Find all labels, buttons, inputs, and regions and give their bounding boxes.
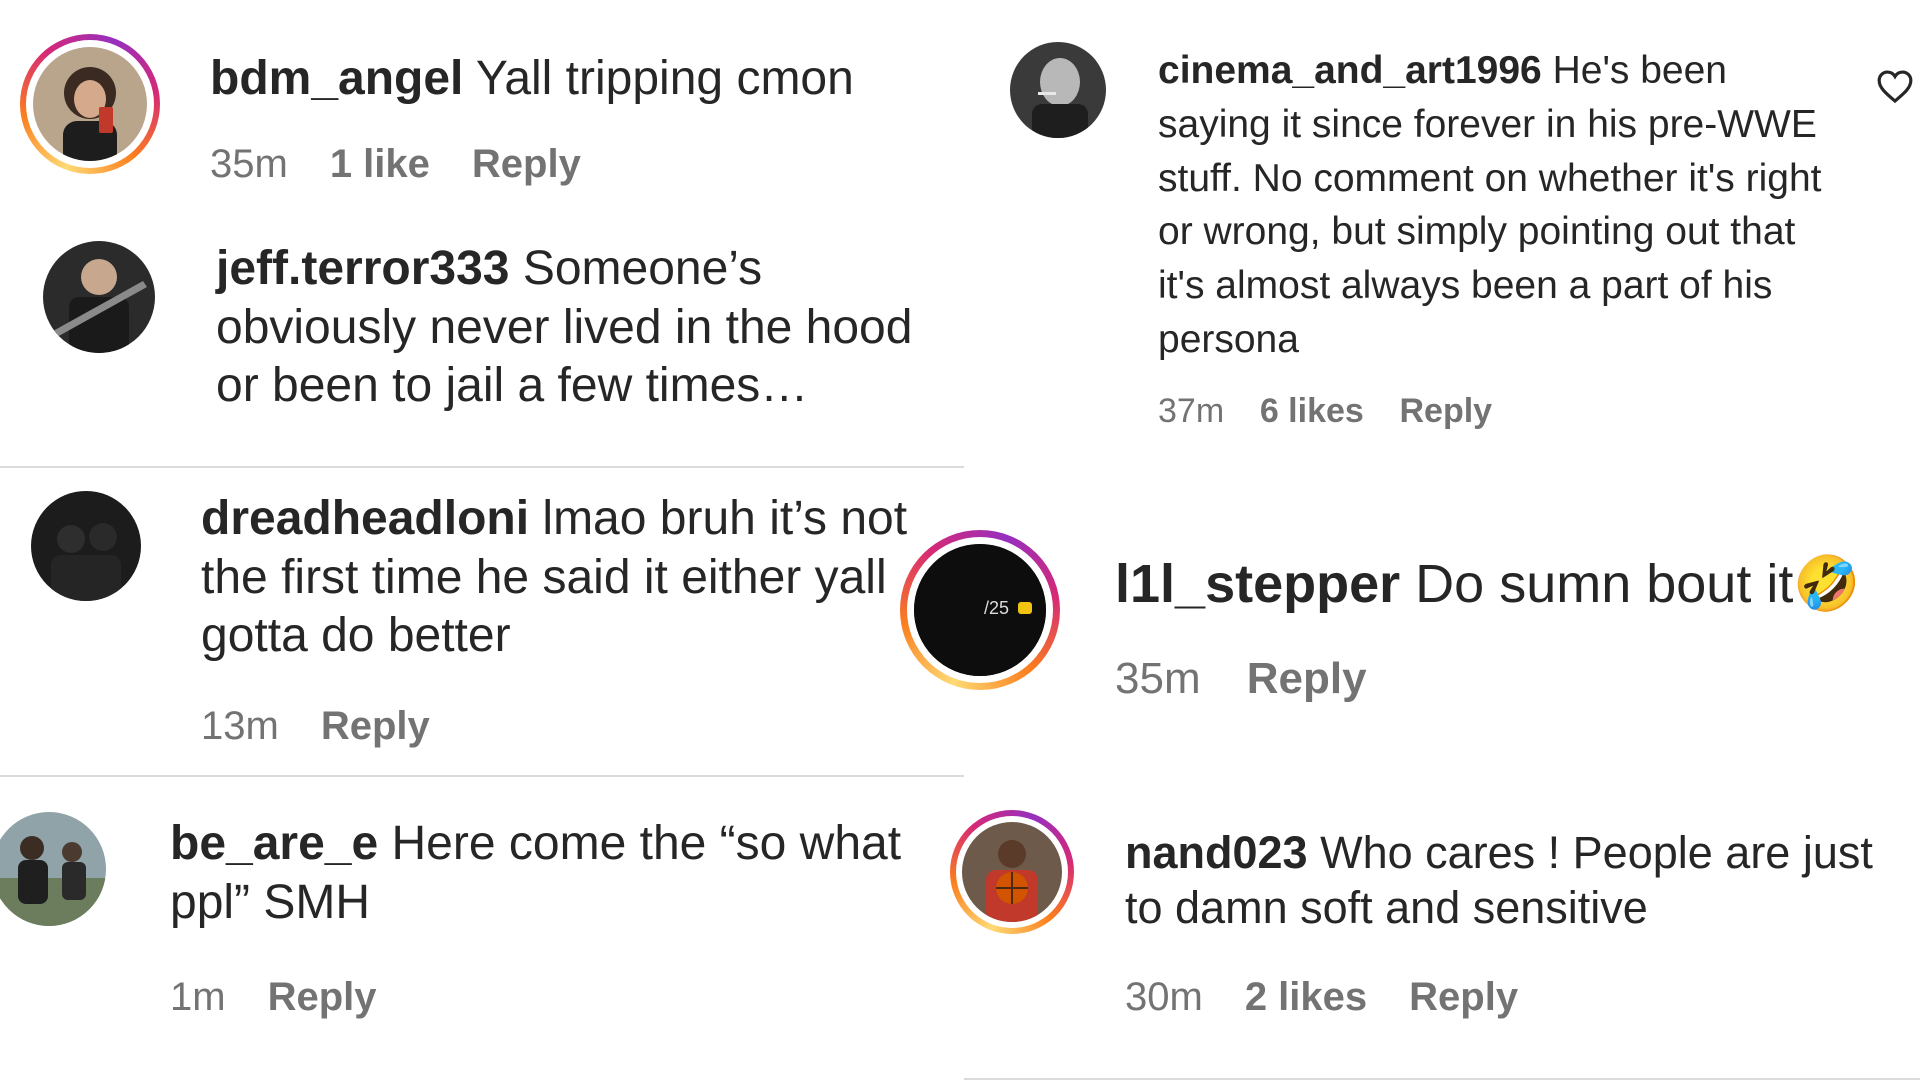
comment-username[interactable]: jeff.terror333 xyxy=(216,242,509,295)
reply-button[interactable]: Reply xyxy=(472,142,581,186)
comment-time: 37m xyxy=(1158,392,1225,430)
avatar[interactable] xyxy=(43,241,155,353)
profile-photo-guitarist-icon xyxy=(43,241,155,353)
comment-likes[interactable]: 2 likes xyxy=(1245,975,1367,1019)
reply-button[interactable]: Reply xyxy=(268,975,377,1019)
comment-meta: 35m Reply xyxy=(1115,654,1413,704)
comment-body: l1l_stepper Do sumn bout it🤣 xyxy=(1115,552,1905,618)
reply-button[interactable]: Reply xyxy=(1247,654,1367,703)
comment-username[interactable]: nand023 xyxy=(1125,827,1308,878)
avatar[interactable] xyxy=(950,810,1074,934)
avatar[interactable] xyxy=(1010,42,1106,138)
comment-time: 30m xyxy=(1125,975,1203,1019)
svg-text:/25: /25 xyxy=(984,598,1009,618)
comment-text: Do sumn bout it🤣 xyxy=(1415,554,1861,614)
comment-meta: 1m Reply xyxy=(170,975,419,1020)
comment-body: bdm_angel Yall tripping cmon xyxy=(210,50,930,109)
profile-photo-selfie-icon xyxy=(33,47,147,161)
profile-photo-basketball-icon xyxy=(962,822,1062,922)
avatar[interactable] xyxy=(20,34,160,174)
heart-icon[interactable] xyxy=(1876,68,1914,104)
comment-username[interactable]: bdm_angel xyxy=(210,52,463,105)
comment-body: jeff.terror333 Someone’s obviously never… xyxy=(216,240,961,416)
comment-body: cinema_and_art1996 He's been saying it s… xyxy=(1158,44,1838,367)
comment-body: nand023 Who cares ! People are just to d… xyxy=(1125,826,1885,936)
comment-username[interactable]: cinema_and_art1996 xyxy=(1158,49,1542,92)
comment-time: 35m xyxy=(1115,654,1201,703)
comment-username[interactable]: be_are_e xyxy=(170,817,378,870)
comment-time: 1m xyxy=(170,975,226,1019)
reply-button[interactable]: Reply xyxy=(1409,975,1518,1019)
reply-button[interactable]: Reply xyxy=(321,704,430,748)
comment-meta: 37m 6 likes Reply xyxy=(1158,392,1528,431)
comment-meta: 30m 2 likes Reply xyxy=(1125,975,1560,1020)
comment-body: be_are_e Here come the “so what ppl” SMH xyxy=(170,815,965,932)
comment-text: He's been saying it since forever in his… xyxy=(1158,49,1822,362)
profile-photo-man-smoking-icon xyxy=(1010,42,1106,138)
comment-meta: 35m 1 like Reply xyxy=(210,142,623,187)
reply-button[interactable]: Reply xyxy=(1400,392,1493,430)
comment-likes[interactable]: 1 like xyxy=(330,142,430,186)
comment-username[interactable]: l1l_stepper xyxy=(1115,554,1400,614)
comment-likes[interactable]: 6 likes xyxy=(1260,392,1364,430)
comment-text: Yall tripping cmon xyxy=(475,52,854,105)
comment-meta: 13m Reply xyxy=(201,704,472,749)
comment-time: 13m xyxy=(201,704,279,748)
comment-time: 35m xyxy=(210,142,288,186)
